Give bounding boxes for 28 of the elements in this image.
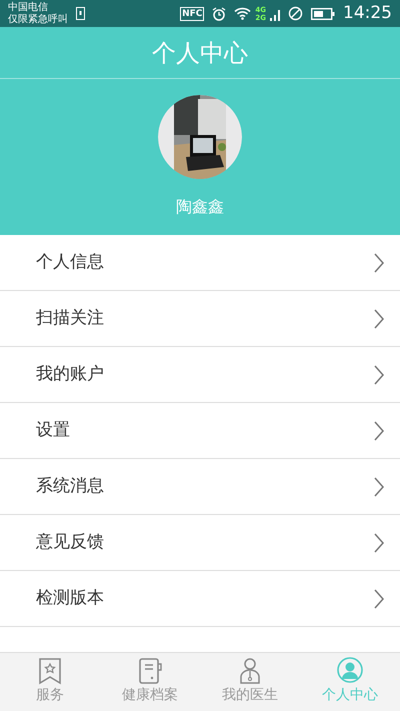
chevron-right-icon bbox=[374, 420, 384, 440]
person-icon bbox=[337, 657, 363, 685]
menu-item[interactable]: 扫描关注 bbox=[0, 291, 400, 347]
sim-card-icon bbox=[76, 7, 85, 20]
menu-item[interactable]: 意见反馈 bbox=[0, 515, 400, 571]
chevron-right-icon bbox=[374, 364, 384, 384]
clock-time: 14:25 bbox=[343, 2, 392, 25]
chevron-right-icon bbox=[374, 308, 384, 328]
menu-item[interactable]: 系统消息 bbox=[0, 459, 400, 515]
nfc-label: NFC bbox=[180, 6, 204, 20]
notebook-icon bbox=[137, 657, 163, 685]
menu-item[interactable]: 检测版本 bbox=[0, 571, 400, 627]
chevron-right-icon bbox=[374, 588, 384, 608]
menu-item[interactable]: 设置 bbox=[0, 403, 400, 459]
menu-item[interactable]: 个人信息 bbox=[0, 235, 400, 291]
wifi-icon bbox=[234, 7, 252, 20]
do-not-disturb-icon bbox=[288, 6, 303, 21]
menu-item[interactable]: 我的账户 bbox=[0, 347, 400, 403]
user-name: 陶鑫鑫 bbox=[176, 196, 224, 218]
chevron-right-icon bbox=[374, 532, 384, 552]
chevron-right-icon bbox=[374, 252, 384, 272]
battery-icon bbox=[311, 8, 335, 20]
carrier-note: 仅限紧急呼叫 bbox=[8, 14, 68, 26]
alarm-icon bbox=[212, 6, 226, 20]
carrier-name: 中国电信 bbox=[8, 2, 49, 14]
bookmark-icon bbox=[37, 657, 63, 685]
page-title: 个人中心 bbox=[152, 38, 248, 68]
chevron-right-icon bbox=[374, 476, 384, 496]
